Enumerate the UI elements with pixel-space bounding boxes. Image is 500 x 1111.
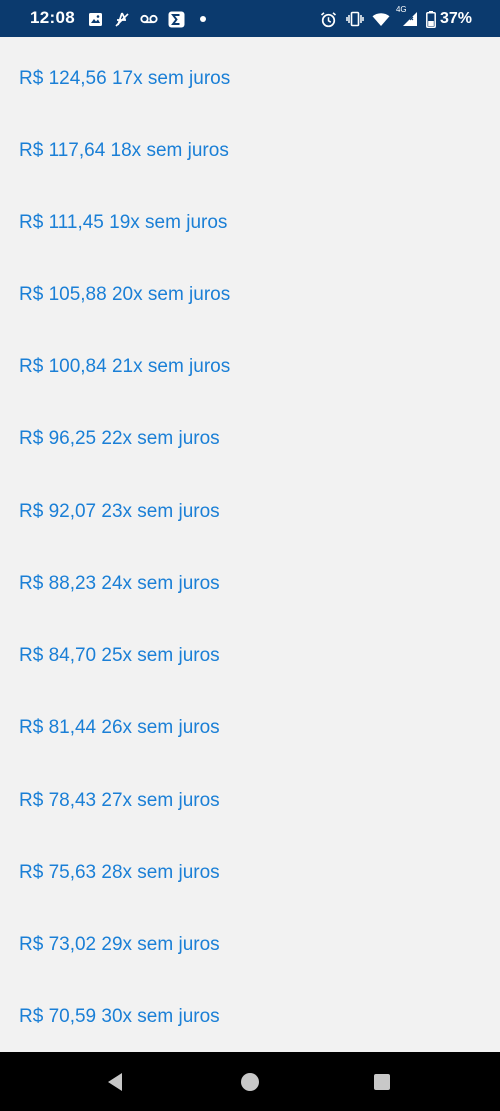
installment-option-20x[interactable]: R$ 105,88 20x sem juros — [19, 283, 230, 307]
gallery-icon — [86, 10, 104, 28]
installment-option-28x[interactable]: R$ 75,63 28x sem juros — [19, 861, 220, 885]
battery-icon — [426, 10, 437, 28]
home-icon[interactable] — [239, 1071, 261, 1093]
installment-option-18x[interactable]: R$ 117,64 18x sem juros — [19, 139, 229, 163]
installment-option-27x[interactable]: R$ 78,43 27x sem juros — [19, 789, 220, 813]
installment-option-29x[interactable]: R$ 73,02 29x sem juros — [19, 933, 220, 957]
dot-icon — [194, 10, 212, 28]
installment-option-21x[interactable]: R$ 100,84 21x sem juros — [19, 355, 230, 379]
mute-icon — [113, 10, 131, 28]
alarm-icon — [320, 10, 338, 28]
back-icon[interactable] — [104, 1071, 126, 1093]
navigation-bar — [0, 1052, 500, 1111]
installment-option-17x[interactable]: R$ 124,56 17x sem juros — [19, 67, 230, 91]
recents-icon[interactable] — [371, 1071, 393, 1093]
network-type-label: 4G — [395, 5, 407, 14]
vibrate-icon — [346, 10, 364, 28]
system-icons: 4G 37% — [312, 5, 472, 29]
installment-option-23x[interactable]: R$ 92,07 23x sem juros — [19, 500, 220, 524]
battery-percentage: 37% — [439, 10, 472, 27]
installment-option-19x[interactable]: R$ 111,45 19x sem juros — [19, 211, 227, 235]
installment-option-24x[interactable]: R$ 88,23 24x sem juros — [19, 572, 220, 596]
installment-option-22x[interactable]: R$ 96,25 22x sem juros — [19, 427, 220, 451]
installment-option-30x[interactable]: R$ 70,59 30x sem juros — [19, 1005, 220, 1029]
installment-option-25x[interactable]: R$ 84,70 25x sem juros — [19, 644, 220, 668]
notification-icons — [86, 9, 221, 29]
voicemail-icon — [140, 10, 158, 28]
signal-icon: 4G — [396, 5, 420, 28]
status-time: 12:08 — [30, 8, 75, 27]
status-bar: 12:08 4G 37% — [0, 0, 500, 37]
installment-option-26x[interactable]: R$ 81,44 26x sem juros — [19, 716, 220, 740]
wifi-icon — [372, 10, 390, 28]
installment-list: R$ 124,56 17x sem juros R$ 117,64 18x se… — [0, 37, 500, 1052]
sigma-icon — [167, 10, 185, 28]
